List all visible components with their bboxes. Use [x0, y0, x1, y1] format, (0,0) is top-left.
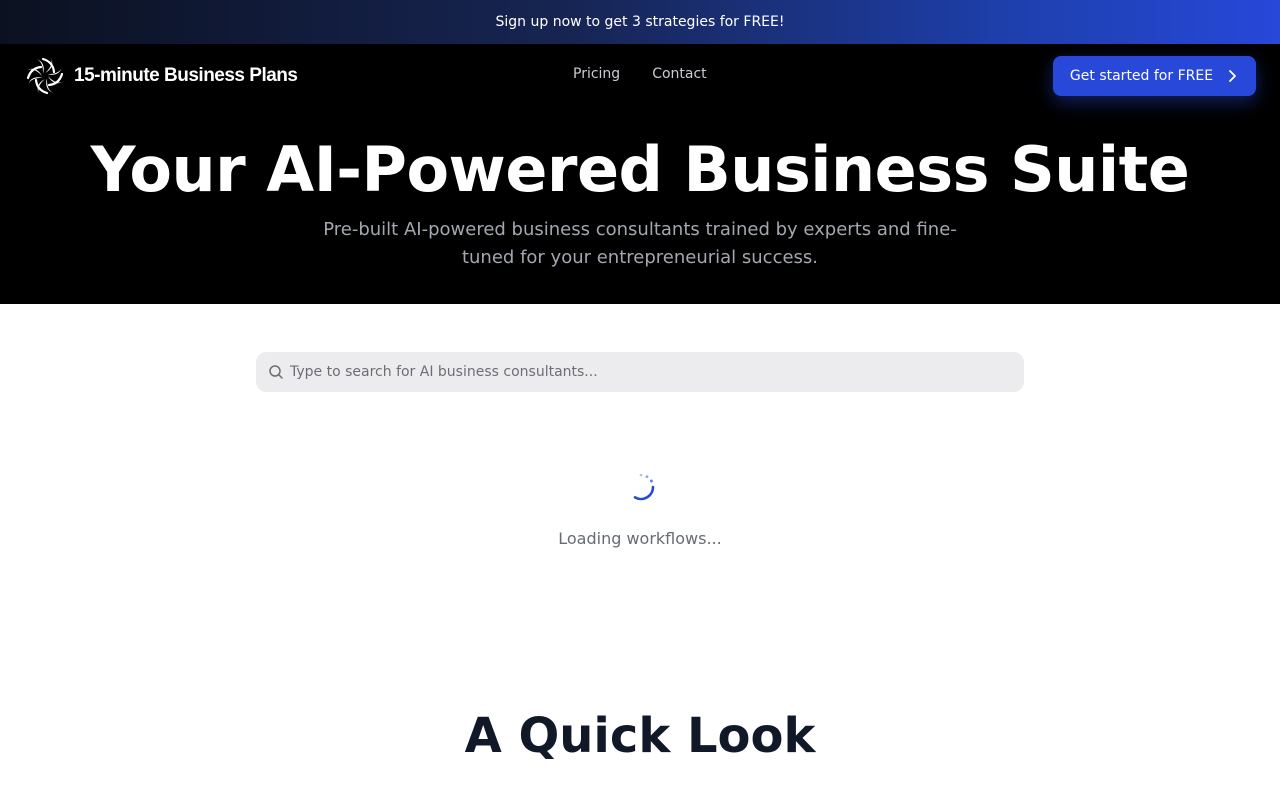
logo-text: 15-minute Business Plans [74, 65, 298, 86]
chevron-right-icon [1229, 70, 1236, 82]
promo-text[interactable]: Sign up now to get 3 strategies for FREE… [496, 14, 785, 30]
nav-link-contact[interactable]: Contact [652, 66, 706, 82]
get-started-label: Get started for FREE [1069, 68, 1214, 84]
hero-subtitle: Pre-built AI-powered business consultant… [323, 219, 957, 268]
promo-banner: Sign up now to get 3 strategies for FREE… [0, 0, 1280, 44]
search-input[interactable] [256, 352, 1024, 392]
section-title: A Quick Look [464, 708, 816, 764]
top-nav: 15-minute Business Plans Pricing Contact… [0, 44, 1280, 108]
nav-link-pricing[interactable]: Pricing [573, 66, 620, 82]
logo[interactable]: 15-minute Business Plans [24, 56, 298, 96]
swirl-logo-icon [26, 57, 64, 95]
loading-text: Loading workflows... [558, 529, 722, 548]
hero-section: 15-minute Business Plans Pricing Contact… [0, 44, 1280, 304]
spinner-icon [633, 473, 655, 501]
nav-links: Pricing Contact [573, 66, 707, 82]
hero-title: Your AI-Powered Business Suite [90, 133, 1190, 206]
get-started-button[interactable]: Get started for FREE [1053, 56, 1256, 96]
search-bar [256, 352, 1024, 392]
